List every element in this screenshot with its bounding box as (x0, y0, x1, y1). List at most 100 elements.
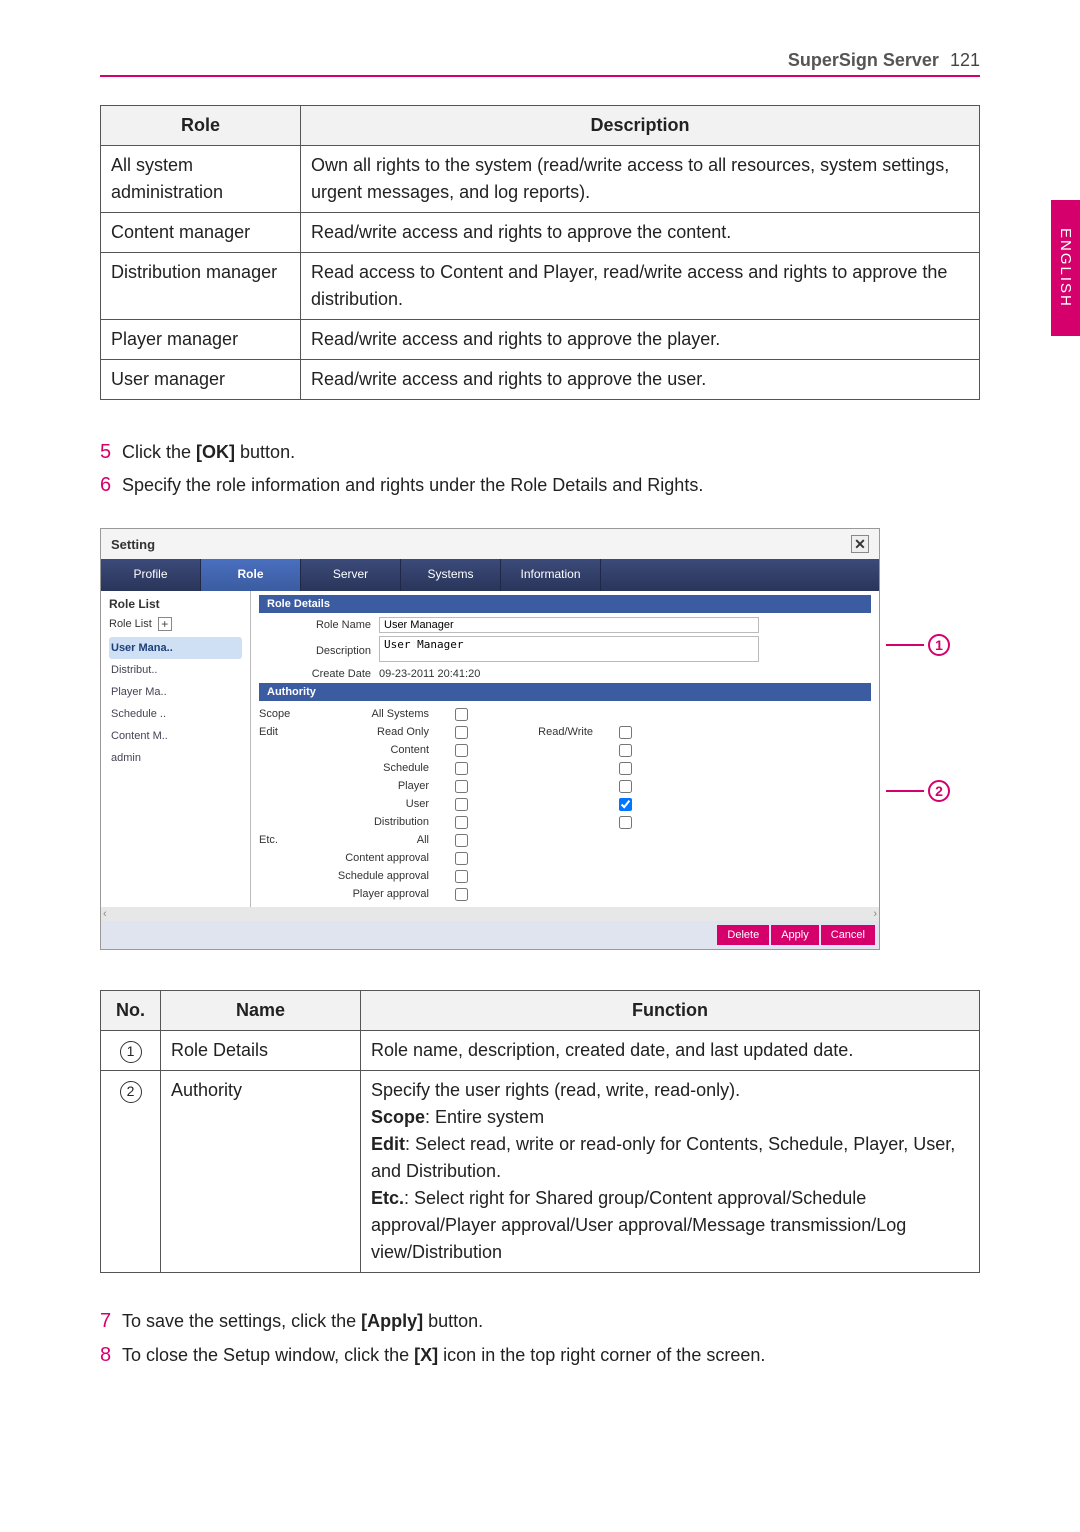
role-list-item[interactable]: User Mana.. (109, 637, 242, 659)
desc-cell: Read access to Content and Player, read/… (301, 253, 980, 320)
fn-th-name: Name (161, 991, 361, 1031)
auth-item-label: User (319, 798, 439, 810)
auth-item-label: Schedule (319, 762, 439, 774)
auth-player-readwrite-checkbox[interactable] (619, 780, 632, 793)
delete-button[interactable]: Delete (717, 925, 769, 945)
label-role-name: Role Name (259, 619, 379, 631)
role-cell: Distribution manager (101, 253, 301, 320)
role-name-input[interactable] (379, 617, 759, 633)
callout-2: 2 (886, 780, 950, 802)
role-list-item[interactable]: Distribut.. (109, 659, 242, 681)
page-header: SuperSign Server 121 (100, 50, 980, 77)
scope-label: Scope (259, 708, 319, 720)
etc-all-label: All (319, 834, 439, 846)
role-cell: Player manager (101, 320, 301, 360)
fn-row1-fn: Role name, description, created date, an… (361, 1031, 980, 1071)
roles-th-desc: Description (301, 106, 980, 146)
add-role-icon[interactable]: + (158, 617, 172, 631)
step-text: To save the settings, click the [Apply] … (122, 1309, 980, 1334)
tab-role[interactable]: Role (201, 559, 301, 591)
fn-etc-t: : Select right for Shared group/Content … (371, 1188, 906, 1262)
fn-scope-t: : Entire system (425, 1107, 544, 1127)
auth-user-readonly-checkbox[interactable] (455, 798, 468, 811)
auth-user-readwrite-checkbox[interactable] (619, 798, 632, 811)
step-number: 7 (100, 1310, 122, 1333)
auth-item-label: Distribution (319, 816, 439, 828)
role-cell: Content manager (101, 213, 301, 253)
auth-item-label: Player (319, 780, 439, 792)
edit-label: Edit (259, 726, 319, 738)
step-number: 6 (100, 474, 122, 497)
auth-schedule-readwrite-checkbox[interactable] (619, 762, 632, 775)
step-text: Click the [OK] button. (122, 440, 980, 465)
etc-item-label: Player approval (319, 888, 439, 900)
etc-content approval-checkbox[interactable] (455, 852, 468, 865)
role-list-header: Role List (109, 618, 152, 630)
callout-1: 1 (886, 634, 950, 656)
role-details-header: Role Details (259, 595, 871, 613)
apply-button[interactable]: Apply (771, 925, 819, 945)
role-list-pane: Role List Role List + User Mana..Distrib… (101, 591, 251, 907)
authority-header: Authority (259, 683, 871, 701)
fn-row2-name: Authority (161, 1071, 361, 1273)
steps-list-a: 5 Click the [OK] button.6 Specify the ro… (100, 440, 980, 498)
tab-information[interactable]: Information (501, 559, 601, 591)
etc-all-checkbox[interactable] (455, 834, 468, 847)
role-list-item[interactable]: admin (109, 747, 242, 769)
etc-schedule approval-checkbox[interactable] (455, 870, 468, 883)
close-icon[interactable]: ✕ (851, 535, 869, 553)
desc-cell: Read/write access and rights to approve … (301, 320, 980, 360)
scope-all-systems-checkbox[interactable] (455, 708, 468, 721)
auth-content-readwrite-checkbox[interactable] (619, 744, 632, 757)
desc-cell: Own all rights to the system (read/write… (301, 146, 980, 213)
etc-item-label: Schedule approval (319, 870, 439, 882)
fn-etc-b: Etc. (371, 1188, 404, 1208)
readonly-header-checkbox[interactable] (455, 726, 468, 739)
fn-edit-b: Edit (371, 1134, 405, 1154)
step-text: Specify the role information and rights … (122, 473, 980, 498)
create-date-value: 09-23-2011 20:41:20 (379, 668, 871, 680)
fn-scope-b: Scope (371, 1107, 425, 1127)
label-create-date: Create Date (259, 668, 379, 680)
readwrite-label: Read/Write (483, 726, 603, 738)
desc-cell: Read/write access and rights to approve … (301, 360, 980, 400)
readwrite-header-checkbox[interactable] (619, 726, 632, 739)
role-cell: All system administration (101, 146, 301, 213)
window-title: Setting (111, 537, 155, 552)
doc-title: SuperSign Server (788, 50, 939, 70)
role-list-item[interactable]: Player Ma.. (109, 681, 242, 703)
auth-distribution-readonly-checkbox[interactable] (455, 816, 468, 829)
fn-row1-name: Role Details (161, 1031, 361, 1071)
tab-profile[interactable]: Profile (101, 559, 201, 591)
language-tab: ENGLISH (1051, 200, 1080, 336)
role-cell: User manager (101, 360, 301, 400)
auth-schedule-readonly-checkbox[interactable] (455, 762, 468, 775)
desc-cell: Read/write access and rights to approve … (301, 213, 980, 253)
tab-server[interactable]: Server (301, 559, 401, 591)
role-list-item[interactable]: Content M.. (109, 725, 242, 747)
step-number: 5 (100, 441, 122, 464)
tab-systems[interactable]: Systems (401, 559, 501, 591)
scope-all-systems: All Systems (319, 708, 439, 720)
auth-player-readonly-checkbox[interactable] (455, 780, 468, 793)
auth-distribution-readwrite-checkbox[interactable] (619, 816, 632, 829)
fn-edit-t: : Select read, write or read-only for Co… (371, 1134, 955, 1181)
fn-row2-fn: Specify the user rights (read, write, re… (361, 1071, 980, 1273)
etc-item-label: Content approval (319, 852, 439, 864)
fn-th-no: No. (101, 991, 161, 1031)
steps-list-b: 7 To save the settings, click the [Apply… (100, 1309, 980, 1367)
role-list-title: Role List (109, 597, 242, 611)
auth-item-label: Content (319, 744, 439, 756)
cancel-button[interactable]: Cancel (821, 925, 875, 945)
etc-label: Etc. (259, 834, 319, 846)
step-text: To close the Setup window, click the [X]… (122, 1343, 980, 1368)
horizontal-scrollbar[interactable]: ‹› (101, 907, 879, 921)
label-description: Description (259, 645, 379, 657)
step-number: 8 (100, 1344, 122, 1367)
auth-content-readonly-checkbox[interactable] (455, 744, 468, 757)
roles-table: Role Description All system administrati… (100, 105, 980, 400)
etc-player approval-checkbox[interactable] (455, 888, 468, 901)
role-list-item[interactable]: Schedule .. (109, 703, 242, 725)
description-input[interactable] (379, 636, 759, 662)
tabs-row: ProfileRoleServerSystemsInformation (101, 559, 879, 591)
